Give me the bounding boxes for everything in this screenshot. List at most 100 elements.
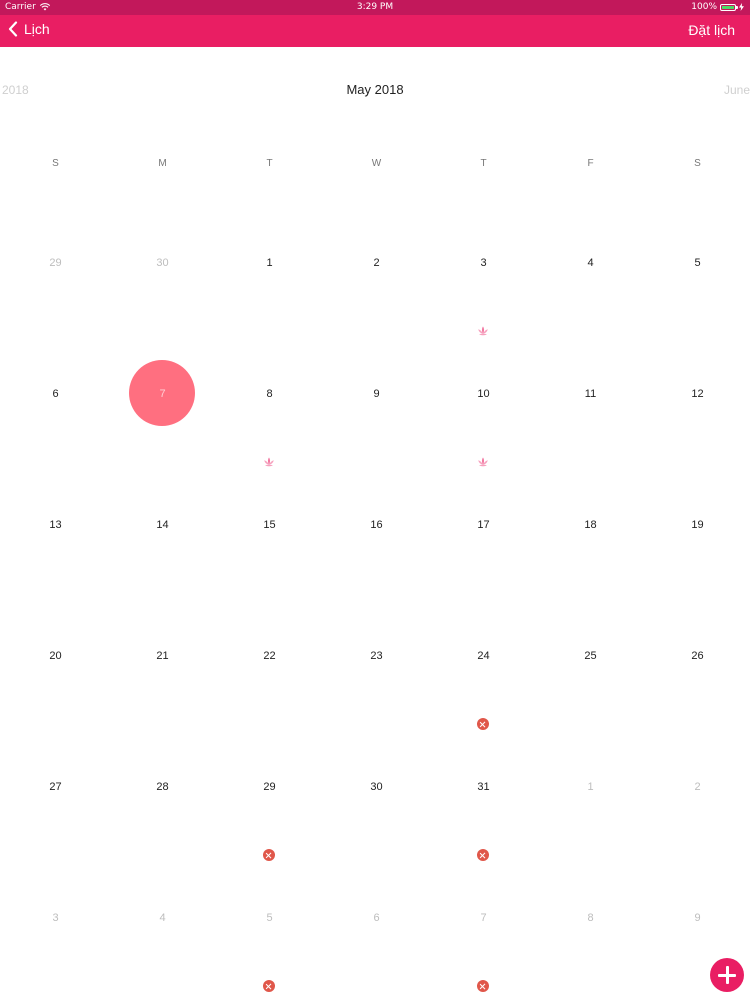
day-cell[interactable]: 12 (644, 328, 750, 459)
day-cell[interactable]: 23 (323, 590, 430, 721)
nav-bar: Lịch Đặt lịch (0, 15, 750, 47)
day-number: 19 (691, 519, 704, 531)
weekday-label: S (52, 158, 59, 169)
day-cell[interactable]: 17 (430, 459, 537, 590)
day-cell[interactable]: 9 (323, 328, 430, 459)
lotus-icon (264, 457, 274, 467)
day-number: 17 (477, 519, 490, 531)
day-number: 27 (49, 781, 62, 793)
day-cell[interactable]: 13 (2, 459, 109, 590)
day-number: 30 (370, 781, 383, 793)
day-number: 14 (156, 519, 169, 531)
day-cell[interactable]: 15 (216, 459, 323, 590)
day-number: 2 (694, 781, 701, 793)
day-number: 24 (477, 650, 490, 662)
day-cell[interactable]: 28 (109, 721, 216, 852)
day-number: 1 (266, 257, 273, 269)
chevron-left-icon (8, 21, 18, 37)
day-cell[interactable]: 31 (430, 721, 537, 861)
day-number: 7 (480, 912, 487, 924)
day-cell[interactable]: 30 (109, 197, 216, 328)
day-cell[interactable]: 4 (537, 197, 644, 328)
day-cell[interactable]: 22 (216, 590, 323, 721)
back-label: Lịch (24, 21, 50, 37)
day-cell[interactable]: 29 (216, 721, 323, 861)
charging-icon (739, 3, 744, 11)
day-number: 5 (694, 257, 701, 269)
weekday-label: S (694, 158, 701, 169)
day-cell[interactable]: 30 (323, 721, 430, 852)
day-number: 1 (587, 781, 594, 793)
day-cell[interactable]: 26 (644, 590, 750, 721)
day-cell[interactable]: 6 (2, 328, 109, 459)
lotus-icon (478, 457, 488, 467)
day-number: 5 (266, 912, 273, 924)
add-button[interactable] (710, 958, 744, 992)
day-cell[interactable]: 8 (537, 852, 644, 983)
day-number: 23 (370, 650, 383, 662)
battery-percent: 100% (691, 2, 717, 12)
status-time: 3:29 PM (356, 2, 394, 12)
day-number: 3 (52, 912, 59, 924)
battery-fill (722, 5, 734, 9)
day-cell[interactable]: 8 (216, 328, 323, 467)
day-cell[interactable]: 19 (644, 459, 750, 590)
day-cell[interactable]: 3 (430, 197, 537, 336)
day-cell[interactable]: 2 (644, 721, 750, 852)
month-title: May 2018 (346, 82, 404, 97)
day-cell[interactable]: 5 (216, 852, 323, 992)
day-cell[interactable]: 27 (2, 721, 109, 852)
day-cell[interactable]: 25 (537, 590, 644, 721)
day-cell[interactable]: 16 (323, 459, 430, 590)
cancel-icon (477, 849, 489, 861)
weekday-header-row: SMTWTFS (2, 158, 750, 174)
day-number: 4 (159, 912, 166, 924)
weekday-label: M (158, 158, 167, 169)
day-cell[interactable]: 6 (323, 852, 430, 983)
status-bar: Carrier 3:29 PM 100% (0, 0, 750, 15)
back-button[interactable]: Lịch (8, 21, 50, 37)
day-cell[interactable]: 1 (537, 721, 644, 852)
day-cell[interactable]: 14 (109, 459, 216, 590)
day-cell[interactable]: 3 (2, 852, 109, 983)
day-cell[interactable]: 24 (430, 590, 537, 730)
cancel-icon (263, 980, 275, 992)
day-cell[interactable]: 4 (109, 852, 216, 983)
day-number: 9 (694, 912, 701, 924)
weekday-label: T (266, 158, 273, 169)
day-number: 11 (584, 388, 597, 400)
day-number: 7 (159, 388, 166, 400)
day-number: 29 (49, 257, 62, 269)
day-cell[interactable]: 11 (537, 328, 644, 459)
day-number: 21 (156, 650, 169, 662)
day-cell-selected[interactable]: 7 (109, 328, 216, 459)
day-cell[interactable]: 5 (644, 197, 750, 328)
day-number: 26 (691, 650, 704, 662)
day-cell[interactable]: 29 (2, 197, 109, 328)
day-cell[interactable]: 1 (216, 197, 323, 328)
day-number: 9 (373, 388, 380, 400)
day-cell[interactable]: 2 (323, 197, 430, 328)
book-appointment-button[interactable]: Đặt lịch (688, 22, 735, 38)
day-number: 10 (477, 388, 490, 400)
day-number: 15 (263, 519, 276, 531)
weekday-label: F (587, 158, 594, 169)
cancel-icon (477, 718, 489, 730)
day-cell[interactable]: 7 (430, 852, 537, 992)
day-number: 22 (263, 650, 276, 662)
day-number: 13 (49, 519, 62, 531)
day-number: 3 (480, 257, 487, 269)
battery-icon (720, 3, 738, 11)
day-cell[interactable]: 20 (2, 590, 109, 721)
day-cell[interactable]: 18 (537, 459, 644, 590)
day-cell[interactable]: 21 (109, 590, 216, 721)
next-month-label[interactable]: June (724, 83, 750, 97)
day-number: 6 (373, 912, 380, 924)
day-number: 6 (52, 388, 59, 400)
cancel-icon (477, 980, 489, 992)
month-header: 2018 May 2018 June (0, 80, 750, 100)
day-cell[interactable]: 10 (430, 328, 537, 467)
day-number: 16 (370, 519, 383, 531)
day-number: 18 (584, 519, 597, 531)
day-number: 20 (49, 650, 62, 662)
